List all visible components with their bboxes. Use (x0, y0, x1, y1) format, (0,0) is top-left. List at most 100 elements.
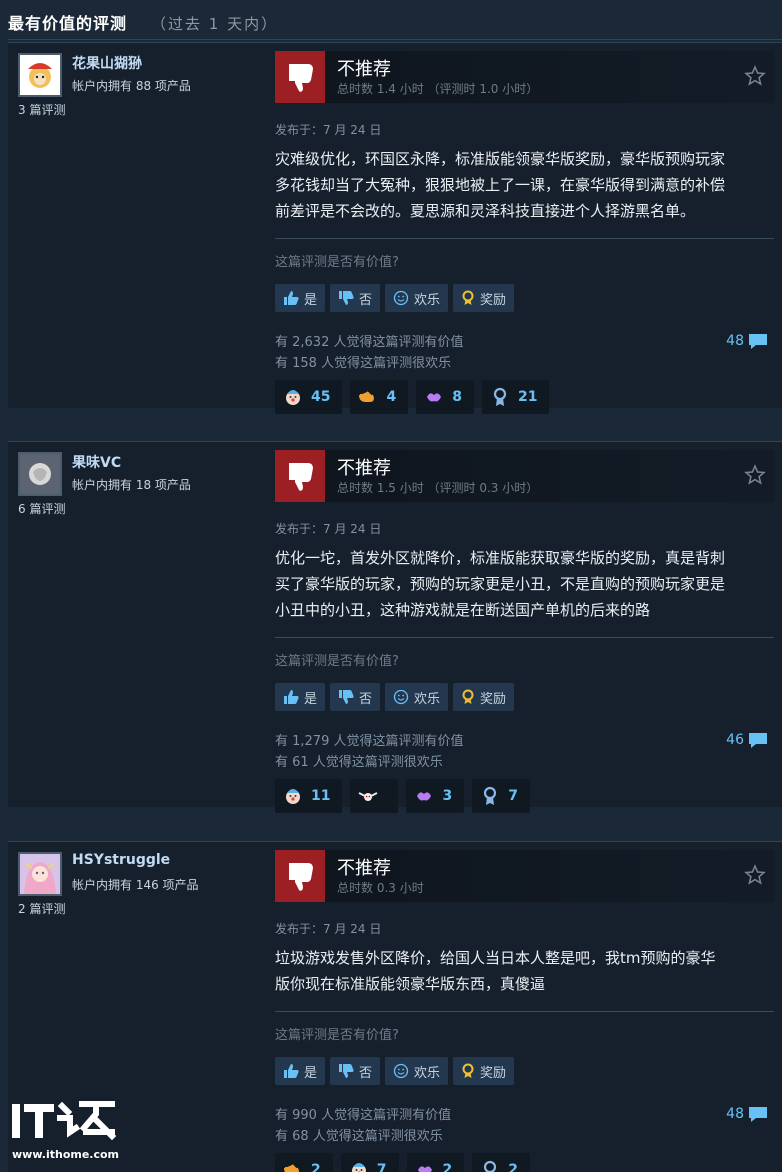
review-text-line: 优化一坨，首发外区就降价，标准版能获取豪华版的奖励，真是背刺 (275, 549, 726, 567)
review-text-line: 小丑中的小丑，这种游戏就是在断送国产单机的后来的路 (275, 601, 651, 619)
yes-label: 是 (304, 691, 318, 707)
helpful-question: 这篇评测是否有价值? (275, 1028, 399, 1043)
funny-button[interactable]: 欢乐 (385, 284, 449, 312)
verdict-label: 不推荐 (337, 59, 391, 80)
helpful-count: 有 990 人觉得这篇评测有价值 (275, 1108, 452, 1123)
award-badge[interactable]: 3 (406, 779, 465, 813)
thumbs-down-icon (275, 850, 325, 902)
reviewer-name[interactable]: HSYstruggle (72, 852, 170, 868)
section-subtitle: （过去 1 天内） (151, 15, 279, 33)
vote-buttons: 是 否 欢乐 奖励 (275, 683, 774, 711)
comment-count: 48 (726, 1106, 744, 1122)
posted-date: 发布于：7 月 24 日 (275, 123, 382, 137)
award-icon (462, 1063, 474, 1078)
verdict-label: 不推荐 (337, 458, 391, 479)
funny-count: 有 158 人觉得这篇评测很欢乐 (275, 356, 452, 371)
ribbon-medal-icon (480, 786, 500, 806)
award-count: 2 (311, 1162, 321, 1172)
award-label: 奖励 (480, 1065, 507, 1081)
comments-link[interactable]: 48 (726, 332, 768, 350)
award-badge[interactable]: 11 (275, 779, 343, 813)
award-icon (462, 689, 474, 704)
award-badge[interactable]: 2 (406, 1153, 465, 1172)
playtime: 总时数 1.5 小时 （评测时 0.3 小时） (337, 481, 539, 495)
review-count[interactable]: 6 篇评测 (18, 500, 65, 517)
yes-button[interactable]: 是 (275, 1057, 326, 1085)
review-count[interactable]: 2 篇评测 (18, 900, 65, 917)
divider (275, 1011, 774, 1012)
review-text-line: 灾难级优化，环国区永降，标准版能领豪华版奖励，豪华版预购玩家 (275, 150, 726, 168)
award-badge[interactable]: 2 (472, 1153, 530, 1172)
vote-header[interactable]: 不推荐 总时数 1.4 小时 （评测时 1.0 小时） (275, 51, 774, 103)
yes-button[interactable]: 是 (275, 683, 326, 711)
yes-button[interactable]: 是 (275, 284, 326, 312)
star-icon[interactable] (744, 65, 766, 87)
products-owned[interactable]: 帐户内拥有 146 项产品 (72, 876, 199, 893)
award-badge[interactable]: 8 (416, 380, 474, 414)
thumbs-down-small-icon (339, 1064, 354, 1078)
yes-label: 是 (304, 1065, 318, 1081)
review-text-line: 多花钱却当了大冤种，狠狠地被上了一课，在豪华版得到满意的补偿 (275, 176, 726, 194)
playtime: 总时数 1.4 小时 （评测时 1.0 小时） (337, 82, 539, 96)
reviewer-name[interactable]: 花果山猢狲 (72, 53, 142, 73)
review-text-line: 买了豪华版的玩家，预购的玩家更是小丑，不是直购的预购玩家更是 (275, 575, 726, 593)
helpful-question: 这篇评测是否有价值? (275, 654, 399, 669)
award-button[interactable]: 奖励 (453, 284, 515, 312)
clown-face-icon (349, 1160, 369, 1172)
reviewer-name[interactable]: 果味VC (72, 452, 121, 472)
no-label: 否 (359, 292, 373, 308)
award-badge[interactable]: 2 (275, 1153, 333, 1172)
vote-header[interactable]: 不推荐 总时数 1.5 小时 （评测时 0.3 小时） (275, 450, 774, 502)
award-badge[interactable]: 7 (472, 779, 530, 813)
funny-button[interactable]: 欢乐 (385, 683, 449, 711)
review-stats: 有 1,279 人觉得这篇评测有价值 有 61 人觉得这篇评测很欢乐 46 (275, 731, 774, 771)
award-label: 奖励 (480, 691, 507, 707)
award-button[interactable]: 奖励 (453, 1057, 515, 1085)
award-count: 21 (517, 389, 538, 405)
review-text: 灾难级优化，环国区永降，标准版能领豪华版奖励，豪华版预购玩家 多花钱却当了大冤种，… (275, 146, 774, 224)
award-count: 8 (452, 389, 462, 405)
avatar[interactable] (18, 852, 62, 896)
funny-button[interactable]: 欢乐 (385, 1057, 449, 1085)
no-label: 否 (359, 691, 373, 707)
helpful-question: 这篇评测是否有价值? (275, 255, 399, 270)
award-badge[interactable]: 4 (350, 380, 409, 414)
thumbs-down-icon (275, 450, 325, 502)
review-text-line: 版你现在标准版能领豪华版东西，真傻逼 (275, 975, 546, 993)
thumbs-down-small-icon (339, 690, 354, 704)
smiley-icon (393, 1063, 409, 1079)
thumbs-up-icon (284, 690, 299, 704)
avatar[interactable] (18, 452, 62, 496)
ithome-watermark: www.ithome.com (12, 1098, 122, 1164)
award-count: 7 (376, 1162, 387, 1172)
review-stats: 有 990 人觉得这篇评测有价值 有 68 人觉得这篇评测很欢乐 48 (275, 1105, 774, 1145)
review-count[interactable]: 3 篇评测 (18, 101, 65, 118)
vote-header[interactable]: 不推荐 总时数 0.3 小时 (275, 850, 774, 902)
comment-bubble-icon (749, 334, 767, 349)
comment-bubble-icon (749, 733, 767, 748)
watermark-url: www.ithome.com (12, 1148, 120, 1161)
lips-icon (424, 387, 444, 407)
award-badge[interactable]: 7 (340, 1153, 399, 1172)
products-owned[interactable]: 帐户内拥有 18 项产品 (72, 476, 191, 493)
smiley-icon (393, 689, 409, 705)
star-icon[interactable] (744, 464, 766, 486)
review-card: 花果山猢狲 帐户内拥有 88 项产品 3 篇评测 不推荐 总时数 1.4 小时 … (8, 42, 782, 414)
star-icon[interactable] (744, 864, 766, 886)
award-badge[interactable] (350, 779, 399, 813)
award-button[interactable]: 奖励 (453, 683, 515, 711)
comments-link[interactable]: 46 (726, 731, 768, 749)
lips-icon (414, 786, 434, 806)
pointing-hand-icon (283, 1160, 303, 1172)
no-button[interactable]: 否 (330, 1057, 381, 1085)
avatar[interactable] (18, 53, 62, 97)
no-label: 否 (359, 1065, 373, 1081)
awards-row: 2 7 2 2 (275, 1153, 774, 1172)
no-button[interactable]: 否 (330, 683, 381, 711)
award-badge[interactable]: 45 (275, 380, 343, 414)
comments-link[interactable]: 48 (726, 1105, 768, 1123)
award-badge[interactable]: 21 (481, 380, 550, 414)
products-owned[interactable]: 帐户内拥有 88 项产品 (72, 77, 191, 94)
no-button[interactable]: 否 (330, 284, 381, 312)
awards-row: 45 4 8 21 (275, 380, 774, 414)
